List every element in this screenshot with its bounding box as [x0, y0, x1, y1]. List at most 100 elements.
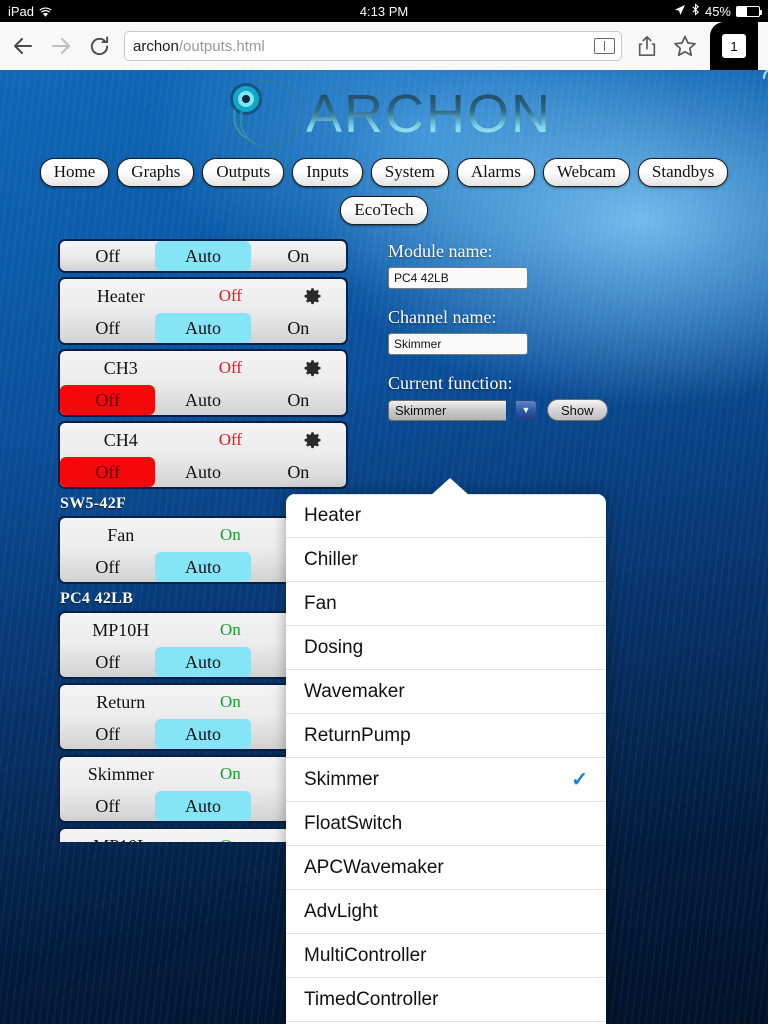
output-name: Heater — [96, 285, 145, 306]
dropdown-option[interactable]: Skimmer ✓ — [286, 758, 606, 802]
module-name-label: Module name: — [388, 241, 493, 261]
output-state: Off — [218, 430, 243, 449]
mode-option-on[interactable]: On — [251, 313, 346, 343]
dropdown-option[interactable]: FloatSwitch — [286, 802, 606, 846]
mode-option-off[interactable]: Off — [60, 457, 156, 487]
mode-segmented-control[interactable]: OffAutoOn — [60, 241, 346, 271]
forward-arrow-icon[interactable] — [48, 33, 74, 59]
back-arrow-icon[interactable] — [10, 33, 36, 59]
output-row-header: CH4 Off — [60, 423, 346, 457]
output-state: On — [220, 764, 241, 783]
ios-status-bar: iPad 4:13 PM 45% — [0, 0, 768, 22]
brand-name: ARCHON — [305, 84, 552, 144]
dropdown-option[interactable]: Chiller — [286, 538, 606, 582]
module-name-input[interactable] — [388, 267, 528, 289]
gear-icon[interactable] — [285, 287, 340, 306]
gear-icon[interactable] — [285, 431, 340, 450]
function-select[interactable]: Skimmer — [388, 399, 506, 421]
nav-item-graphs[interactable]: Graphs — [117, 158, 195, 187]
bookmark-star-icon[interactable] — [672, 32, 698, 60]
mode-option-on[interactable]: On — [251, 385, 346, 415]
nav-item-inputs[interactable]: Inputs — [292, 158, 363, 187]
dropdown-option-label: TimedController — [304, 988, 439, 1010]
dropdown-option[interactable]: AdvLight — [286, 890, 606, 934]
mode-segmented-control[interactable]: OffAutoOn — [60, 385, 346, 415]
dropdown-option[interactable]: Dosing — [286, 626, 606, 670]
dropdown-option-label: FloatSwitch — [304, 812, 403, 834]
show-button[interactable]: Show — [547, 399, 608, 421]
output-row-header: Heater Off — [60, 279, 346, 313]
dropdown-option[interactable]: Fan — [286, 582, 606, 626]
output-name: MP10H — [92, 619, 150, 640]
mode-option-auto[interactable]: Auto — [155, 552, 251, 582]
mode-option-auto[interactable]: Auto — [155, 647, 251, 677]
output-name: Skimmer — [87, 763, 154, 784]
status-left: iPad — [8, 4, 52, 19]
output-row[interactable]: CH3 Off Off Auto On — [58, 349, 348, 417]
mode-option-off[interactable]: Off — [60, 241, 155, 271]
nav-item-webcam[interactable]: Webcam — [542, 158, 630, 187]
url-input[interactable]: archon /outputs.html — [124, 31, 622, 61]
mode-option-auto[interactable]: Auto — [155, 719, 251, 749]
output-name: CH3 — [103, 357, 138, 378]
reload-icon[interactable] — [86, 33, 112, 59]
nav-item-alarms[interactable]: Alarms — [456, 158, 535, 187]
dropdown-option[interactable]: TimedController — [286, 978, 606, 1022]
safari-toolbar: archon /outputs.html 1 — [0, 22, 768, 70]
wifi-icon — [39, 6, 52, 17]
channel-name-input[interactable] — [388, 333, 528, 355]
mode-option-off[interactable]: Off — [60, 791, 155, 821]
dropdown-option[interactable]: Heater — [286, 494, 606, 538]
dropdown-option-label: ReturnPump — [304, 724, 411, 746]
device-label: iPad — [8, 3, 35, 19]
url-host: archon — [133, 37, 179, 55]
mode-option-auto[interactable]: Auto — [155, 313, 251, 343]
function-dropdown-popover[interactable]: Heater Chiller Fan Dosing Wavemaker ReturnPum… — [286, 494, 606, 1024]
gear-icon[interactable] — [285, 359, 340, 378]
battery-icon — [736, 5, 762, 17]
output-row[interactable]: CH4 Off Off Auto On — [58, 421, 348, 489]
wifi-signal-icon — [758, 70, 768, 89]
output-row[interactable]: Off Auto On — [58, 239, 348, 273]
nav-item-home[interactable]: Home — [39, 158, 110, 187]
output-name: CH4 — [103, 429, 138, 450]
mode-segmented-control[interactable]: OffAutoOn — [60, 457, 346, 487]
share-icon[interactable] — [634, 32, 660, 60]
chevron-down-icon[interactable]: ▼ — [515, 399, 537, 421]
nav-item-outputs[interactable]: Outputs — [202, 158, 285, 187]
archon-mark-icon — [216, 74, 312, 154]
mode-option-off[interactable]: Off — [60, 552, 155, 582]
mode-option-on[interactable]: On — [251, 241, 346, 271]
mode-option-auto[interactable]: Auto — [155, 241, 251, 271]
mode-option-on[interactable]: On — [251, 457, 346, 487]
clock: 4:13 PM — [359, 3, 409, 19]
output-state: On — [220, 692, 241, 711]
site-logo: ARCHON — [0, 70, 768, 158]
dropdown-option-label: Heater — [304, 505, 362, 526]
dropdown-option[interactable]: ReturnPump — [286, 714, 606, 758]
output-state: On — [176, 836, 286, 842]
secondary-nav: EcoTech — [0, 196, 768, 225]
reader-view-icon[interactable] — [594, 38, 615, 54]
mode-option-off[interactable]: Off — [60, 647, 155, 677]
mode-segmented-control[interactable]: OffAutoOn — [60, 313, 346, 343]
url-path: /outputs.html — [178, 37, 265, 55]
popover-caret — [430, 478, 470, 496]
nav-item-ecotech[interactable]: EcoTech — [340, 196, 428, 225]
mode-option-auto[interactable]: Auto — [155, 385, 250, 415]
output-row[interactable]: Heater Off Off Auto On — [58, 277, 348, 345]
mode-option-off[interactable]: Off — [60, 719, 155, 749]
dropdown-option-label: AdvLight — [304, 900, 378, 922]
mode-option-off[interactable]: Off — [60, 385, 156, 415]
nav-item-system[interactable]: System — [370, 158, 449, 187]
mode-option-auto[interactable]: Auto — [155, 791, 251, 821]
dropdown-option-label: Dosing — [304, 636, 364, 658]
tab-switcher[interactable]: 1 — [710, 22, 758, 70]
dropdown-option[interactable]: MultiController — [286, 934, 606, 978]
dropdown-option[interactable]: APCWavemaker — [286, 846, 606, 890]
dropdown-option[interactable]: Wavemaker — [286, 670, 606, 714]
mode-option-auto[interactable]: Auto — [155, 457, 250, 487]
output-state: On — [220, 620, 241, 639]
nav-item-standbys[interactable]: Standbys — [637, 158, 729, 187]
mode-option-off[interactable]: Off — [60, 313, 155, 343]
